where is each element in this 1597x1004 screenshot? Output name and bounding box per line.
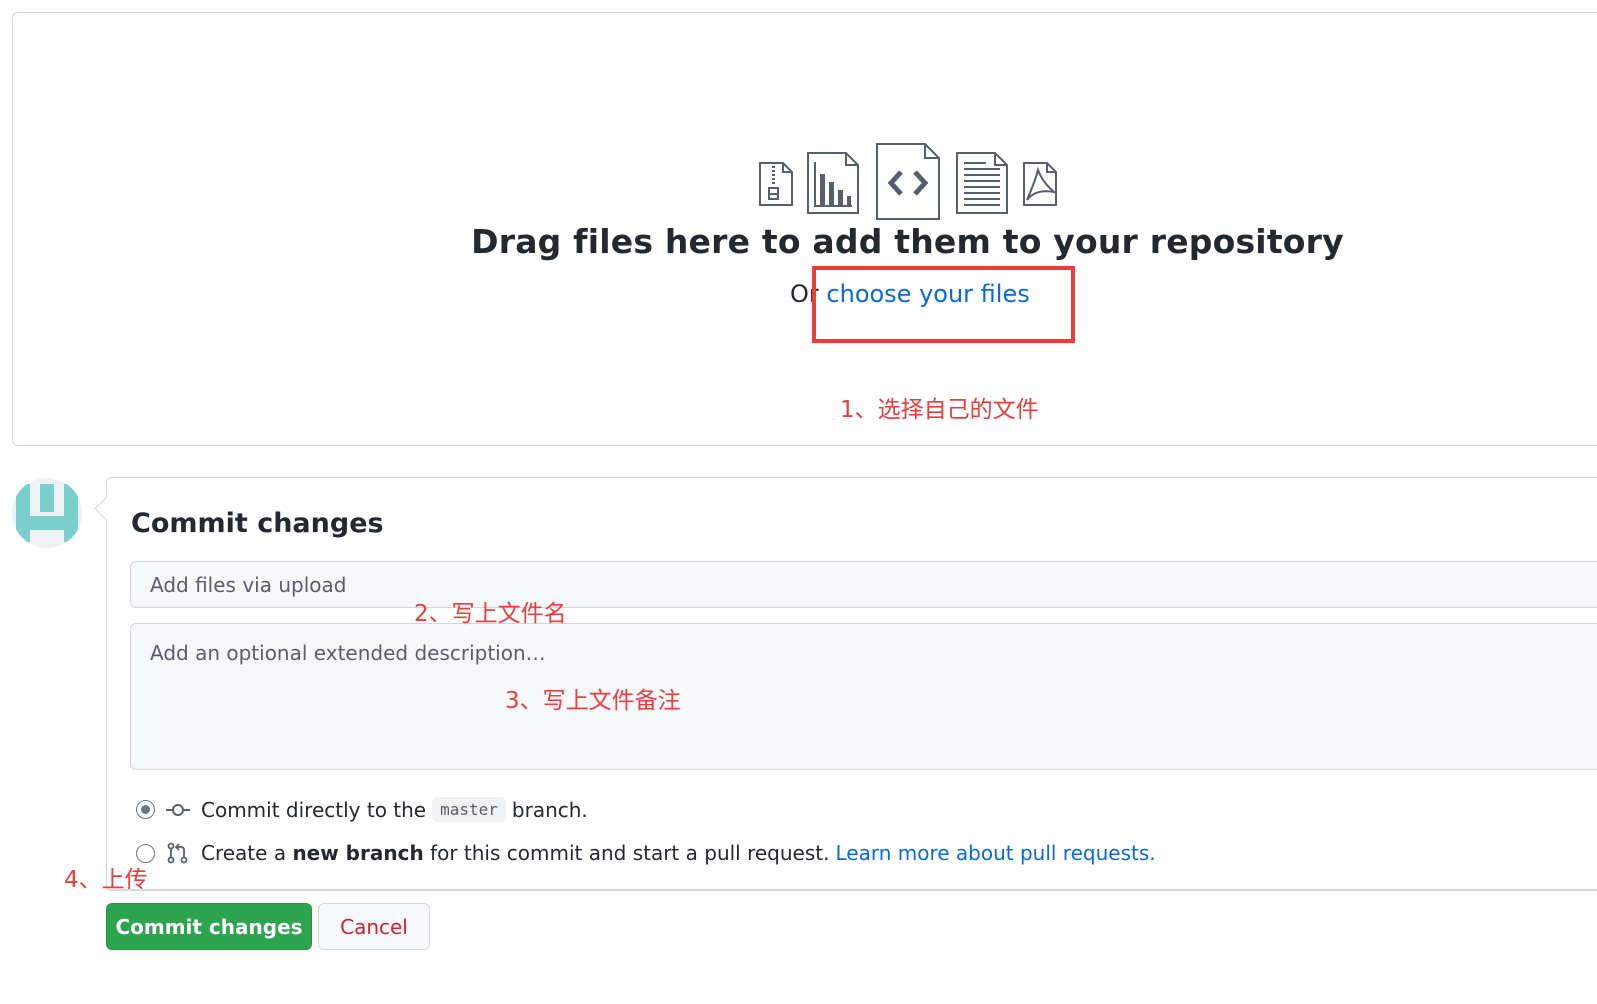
- commit-summary-input[interactable]: [130, 561, 1597, 608]
- branch-name-badge: master: [432, 797, 506, 822]
- avatar: [12, 478, 82, 548]
- option-commit-direct[interactable]: Commit directly to the master branch.: [136, 797, 588, 822]
- dropzone-title: Drag files here to add them to your repo…: [471, 222, 1344, 261]
- choose-prefix: Or: [790, 280, 819, 308]
- commit-title: Commit changes: [131, 508, 384, 539]
- code-file-icon: [876, 143, 940, 220]
- text-file-icon: [956, 152, 1008, 214]
- annotation-step-1: 1、选择自己的文件: [840, 397, 1039, 423]
- file-type-icons: [13, 141, 1597, 221]
- commit-changes-button[interactable]: Commit changes: [106, 903, 312, 950]
- git-commit-icon: [166, 803, 190, 816]
- form-divider: [106, 889, 1597, 890]
- annotation-step-2: 2、写上文件名: [414, 601, 567, 627]
- commit-description-input[interactable]: [130, 623, 1597, 770]
- option-new-text-bold: new branch: [292, 841, 424, 865]
- cancel-button[interactable]: Cancel: [318, 903, 430, 950]
- option-new-text-before: Create a: [201, 841, 287, 865]
- option-new-text-after: for this commit and start a pull request…: [430, 841, 830, 865]
- annotation-step-3: 3、写上文件备注: [505, 688, 681, 714]
- choose-files-line: Or choose your files: [790, 280, 1030, 308]
- git-pull-request-icon: [167, 842, 188, 864]
- zip-file-icon: [759, 162, 793, 206]
- option-direct-text-after: branch.: [511, 797, 588, 822]
- choose-files-link[interactable]: choose your files: [826, 280, 1029, 308]
- radio-commit-direct[interactable]: [136, 800, 155, 819]
- pdf-file-icon: [1023, 162, 1058, 206]
- option-direct-text-before: Commit directly to the: [201, 797, 427, 822]
- option-new-branch[interactable]: Create a new branch for this commit and …: [136, 841, 1156, 865]
- avatar-identicon: [16, 484, 78, 542]
- chart-file-icon: [807, 152, 859, 214]
- learn-more-link[interactable]: Learn more about pull requests.: [835, 841, 1155, 865]
